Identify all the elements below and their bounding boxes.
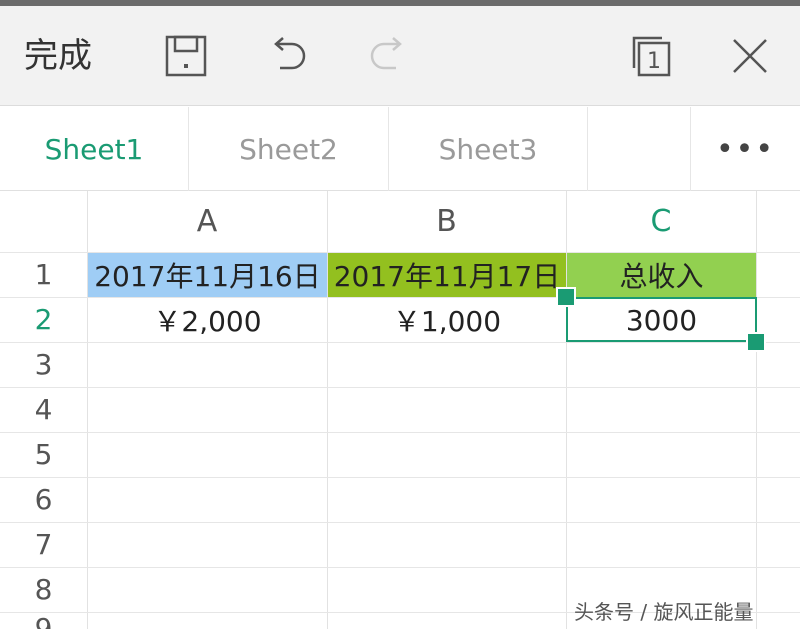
cell-selection bbox=[566, 297, 757, 342]
undo-icon[interactable] bbox=[264, 32, 312, 80]
sheets-count-icon[interactable]: 1 bbox=[626, 32, 674, 80]
row-header-7[interactable]: 7 bbox=[0, 522, 87, 567]
grid-line bbox=[0, 342, 800, 343]
done-button[interactable]: 完成 bbox=[24, 34, 92, 78]
spreadsheet-grid: A B C 1 2 3 4 5 6 7 8 9 2017年11月16日 2017… bbox=[0, 191, 800, 629]
tab-empty bbox=[588, 107, 690, 191]
cell-b1[interactable]: 2017年11月17日 bbox=[328, 253, 566, 297]
redo-icon[interactable] bbox=[364, 32, 412, 80]
close-icon[interactable] bbox=[726, 32, 774, 80]
column-header-a[interactable]: A bbox=[87, 191, 327, 252]
row-header-5[interactable]: 5 bbox=[0, 432, 87, 477]
row-header-1[interactable]: 1 bbox=[0, 252, 87, 297]
grid-line bbox=[0, 567, 800, 568]
cell-a2[interactable]: ￥2,000 bbox=[88, 298, 327, 342]
cell-b2[interactable]: ￥1,000 bbox=[328, 298, 566, 342]
row-header-3[interactable]: 3 bbox=[0, 342, 87, 387]
top-toolbar: 完成 1 bbox=[0, 6, 800, 106]
column-header-b[interactable]: B bbox=[327, 191, 566, 252]
tab-sheet2[interactable]: Sheet2 bbox=[189, 107, 389, 191]
grid-line bbox=[0, 387, 800, 388]
row-header-4[interactable]: 4 bbox=[0, 387, 87, 432]
row-header-2[interactable]: 2 bbox=[0, 297, 87, 342]
more-icon[interactable]: ••• bbox=[690, 107, 800, 191]
row-header-8[interactable]: 8 bbox=[0, 567, 87, 612]
watermark: 头条号 / 旋风正能量 bbox=[574, 600, 754, 624]
selection-handle-top-left[interactable] bbox=[556, 287, 576, 307]
sheet-tabs: Sheet1 Sheet2 Sheet3 ••• bbox=[0, 107, 800, 191]
grid-line bbox=[756, 191, 757, 629]
row-header-9[interactable]: 9 bbox=[0, 612, 87, 629]
cell-c1[interactable]: 总收入 bbox=[567, 253, 756, 297]
tab-sheet1[interactable]: Sheet1 bbox=[0, 107, 189, 191]
tab-sheet3[interactable]: Sheet3 bbox=[389, 107, 588, 191]
row-header-6[interactable]: 6 bbox=[0, 477, 87, 522]
sheet-count-badge: 1 bbox=[647, 49, 661, 74]
grid-line bbox=[0, 432, 800, 433]
column-header-c[interactable]: C bbox=[566, 191, 756, 252]
grid-line bbox=[0, 477, 800, 478]
cell-a1[interactable]: 2017年11月16日 bbox=[88, 253, 327, 297]
grid-line bbox=[0, 522, 800, 523]
selection-handle-bottom-right[interactable] bbox=[746, 332, 766, 352]
save-icon[interactable] bbox=[162, 32, 210, 80]
